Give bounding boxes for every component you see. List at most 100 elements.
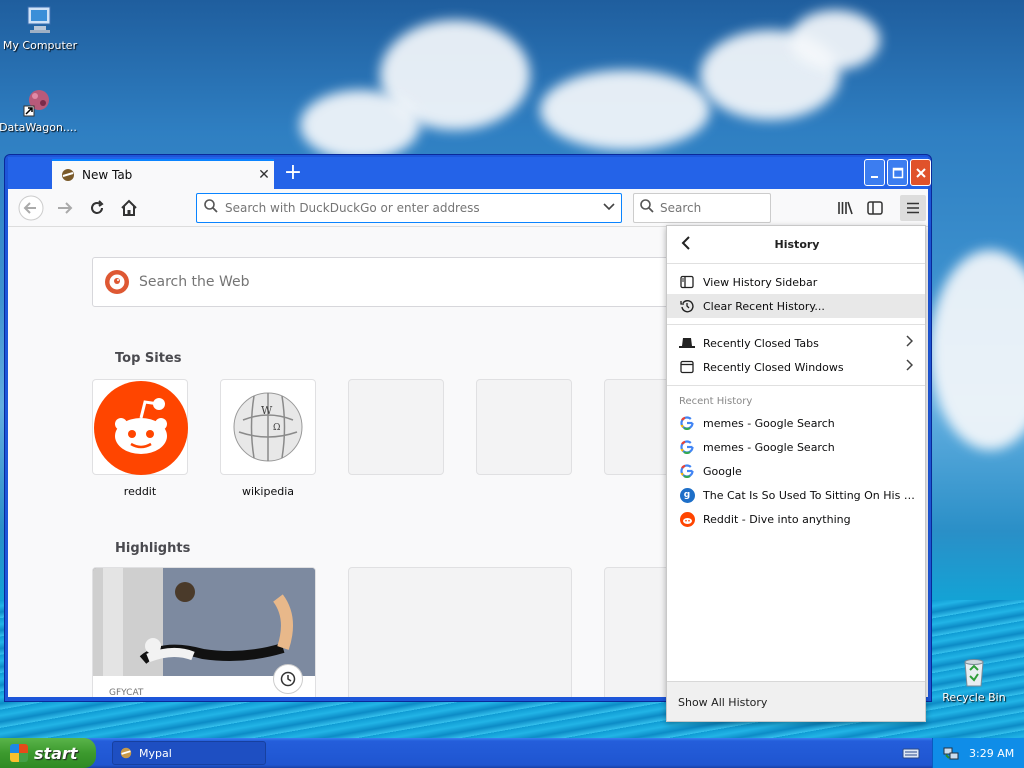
forward-button[interactable] (52, 195, 78, 221)
search-bar[interactable] (633, 193, 771, 223)
history-entry-label: Google (703, 464, 742, 478)
google-icon (679, 439, 695, 455)
taskbar-item-mypal[interactable]: Mypal (112, 741, 266, 765)
keyboard-icon[interactable] (902, 745, 920, 761)
search-icon (634, 198, 660, 218)
tab-new-tab[interactable]: New Tab ✕ (52, 159, 274, 189)
navigation-toolbar (8, 189, 928, 227)
desktop-icon-label: My Computer (2, 39, 78, 52)
view-history-sidebar-item[interactable]: View History Sidebar (667, 270, 925, 294)
windows-logo-icon (10, 744, 28, 762)
highlight-card-empty[interactable] (348, 567, 572, 697)
cat-video-thumbnail (93, 568, 315, 676)
top-site-label: wikipedia (241, 485, 294, 498)
history-entry[interactable]: g The Cat Is So Used To Sitting On His B… (667, 483, 925, 507)
tab-close-button[interactable]: ✕ (254, 167, 274, 183)
duckduckgo-icon (105, 270, 129, 294)
highlight-card-gfycat[interactable]: GFYCAT (92, 567, 316, 697)
datawagon-shortcut-icon (22, 86, 54, 118)
history-panel-header: History (667, 226, 925, 264)
history-panel-title: History (774, 238, 820, 251)
highlight-source: GFYCAT (109, 688, 144, 697)
top-sites-heading: Top Sites (115, 351, 182, 366)
menu-item-label: Recently Closed Tabs (703, 336, 819, 350)
system-tray: 3:29 AM (932, 738, 1024, 768)
minimize-button[interactable] (864, 159, 885, 186)
history-entry[interactable]: memes - Google Search (667, 435, 925, 459)
chevron-right-icon (905, 359, 914, 375)
sidebar-icon (679, 274, 695, 290)
start-label: start (34, 743, 78, 763)
hamburger-menu-button[interactable] (900, 195, 926, 221)
menu-item-label: Clear Recent History... (703, 299, 825, 313)
menu-item-label: View History Sidebar (703, 275, 818, 289)
divider (667, 385, 925, 386)
sidebar-toggle-button[interactable] (862, 195, 888, 221)
start-button[interactable]: start (0, 738, 96, 768)
show-all-history-label: Show All History (678, 696, 768, 709)
top-site-empty[interactable] (348, 379, 444, 475)
recently-closed-tabs-item[interactable]: Recently Closed Tabs (667, 331, 925, 355)
reload-button[interactable] (84, 195, 110, 221)
reddit-icon (679, 511, 695, 527)
history-entry[interactable]: Google (667, 459, 925, 483)
network-icon[interactable] (943, 745, 959, 761)
history-entry-label: The Cat Is So Used To Sitting On His Bac… (703, 488, 925, 502)
highlight-card-empty[interactable] (604, 567, 674, 697)
recycle-bin-icon (958, 656, 990, 688)
svg-text:W: W (261, 404, 273, 417)
highlights-heading: Highlights (115, 541, 191, 556)
computer-icon (24, 4, 56, 36)
url-input[interactable] (225, 201, 597, 215)
search-input[interactable] (660, 201, 770, 215)
url-bar[interactable] (196, 193, 622, 223)
clock: 3:29 AM (969, 746, 1015, 760)
top-site-empty[interactable] (476, 379, 572, 475)
closed-tab-icon (679, 335, 695, 351)
library-button[interactable] (832, 195, 858, 221)
desktop-icon-recycle-bin[interactable]: Recycle Bin (934, 656, 1014, 704)
desktop-icon-label: Recycle Bin (942, 691, 1006, 704)
history-entry[interactable]: memes - Google Search (667, 411, 925, 435)
wikipedia-icon: WΩ (233, 392, 303, 462)
tab-strip: New Tab ✕ + (8, 157, 931, 189)
search-icon (197, 198, 225, 218)
window-close-button[interactable] (910, 159, 931, 186)
history-entry-label: Reddit - Dive into anything (703, 512, 851, 526)
top-site-wikipedia[interactable]: WΩ (220, 379, 316, 475)
new-tab-button[interactable]: + (280, 161, 306, 187)
recent-history-heading: Recent History (679, 396, 753, 407)
mypal-favicon-icon (119, 746, 133, 760)
top-site-reddit[interactable] (92, 379, 188, 475)
home-button[interactable] (116, 195, 142, 221)
chevron-right-icon (905, 335, 914, 351)
desktop-icon-datawagon[interactable]: DataWagon.... (0, 86, 78, 134)
history-entry-label: memes - Google Search (703, 440, 835, 454)
google-icon (679, 463, 695, 479)
tab-title: New Tab (82, 168, 133, 182)
window-icon (679, 359, 695, 375)
desktop-icon-label: DataWagon.... (0, 121, 77, 134)
recently-closed-windows-item[interactable]: Recently Closed Windows (667, 355, 925, 379)
svg-text:Ω: Ω (273, 423, 280, 433)
desktop-icon-my-computer[interactable]: My Computer (0, 4, 80, 52)
history-entry[interactable]: Reddit - Dive into anything (667, 507, 925, 531)
mypal-favicon-icon (60, 167, 76, 183)
back-button[interactable] (18, 195, 44, 221)
show-all-history-button[interactable]: Show All History (667, 681, 925, 721)
gfycat-icon: g (679, 487, 695, 503)
top-site-label: reddit (123, 485, 157, 498)
clock-icon (273, 664, 303, 694)
reddit-icon (94, 381, 188, 475)
maximize-button[interactable] (887, 159, 908, 186)
clear-recent-history-item[interactable]: Clear Recent History... (667, 294, 925, 318)
taskbar: start Mypal 3:29 AM (0, 738, 1024, 768)
history-panel: History View History Sidebar Clear Recen… (666, 225, 926, 722)
chevron-down-icon[interactable] (597, 199, 621, 217)
top-site-empty[interactable] (604, 379, 674, 475)
menu-item-label: Recently Closed Windows (703, 360, 844, 374)
history-clock-icon (679, 298, 695, 314)
history-entry-label: memes - Google Search (703, 416, 835, 430)
taskbar-item-label: Mypal (139, 746, 172, 760)
google-icon (679, 415, 695, 431)
